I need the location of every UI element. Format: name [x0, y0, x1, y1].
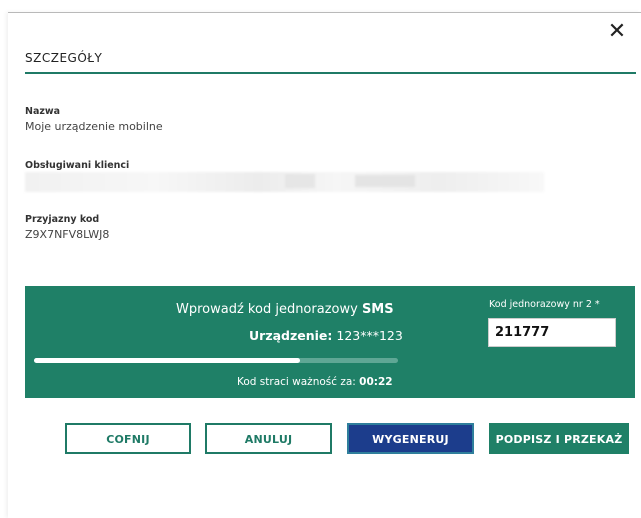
- close-icon[interactable]: ✕: [607, 21, 627, 43]
- clients-value-redacted: [25, 172, 544, 192]
- friendly-code-label: Przyjazny kod: [25, 214, 100, 225]
- back-button[interactable]: COFNIJ: [65, 423, 191, 454]
- sms-prompt: Wprowadź kod jednorazowy SMS: [176, 302, 394, 317]
- sms-code-input[interactable]: [488, 318, 616, 347]
- expiry-progress-bar: [34, 358, 398, 363]
- expiry-countdown: Kod straci ważność za: 00:22: [237, 376, 393, 388]
- dialog-title: SZCZEGÓŁY: [25, 51, 103, 65]
- device-info: Urządzenie: 123***123: [249, 328, 403, 343]
- code-field-label: Kod jednorazowy nr 2 *: [489, 299, 600, 310]
- expiry-progress-fill: [34, 358, 300, 363]
- sms-prompt-highlight: SMS: [361, 302, 394, 317]
- title-divider: [25, 72, 636, 74]
- expiry-label: Kod straci ważność za:: [237, 376, 360, 388]
- clients-label: Obsługiwani klienci: [25, 160, 130, 171]
- cancel-button[interactable]: ANULUJ: [205, 423, 332, 454]
- sign-and-send-button[interactable]: PODPISZ I PRZEKAŻ: [489, 423, 629, 454]
- generate-button[interactable]: WYGENERUJ: [347, 423, 474, 454]
- friendly-code-value: Z9X7NFV8LWJ8: [25, 228, 110, 241]
- device-label: Urządzenie:: [249, 328, 333, 343]
- device-value: 123***123: [332, 328, 403, 343]
- background-strip: [0, 0, 641, 12]
- sms-code-panel: Wprowadź kod jednorazowy SMS Urządzenie:…: [25, 286, 635, 398]
- sms-prompt-text: Wprowadź kod jednorazowy: [176, 302, 362, 317]
- name-value: Moje urządzenie mobilne: [25, 120, 163, 133]
- name-label: Nazwa: [25, 106, 61, 117]
- expiry-value: 00:22: [359, 376, 393, 388]
